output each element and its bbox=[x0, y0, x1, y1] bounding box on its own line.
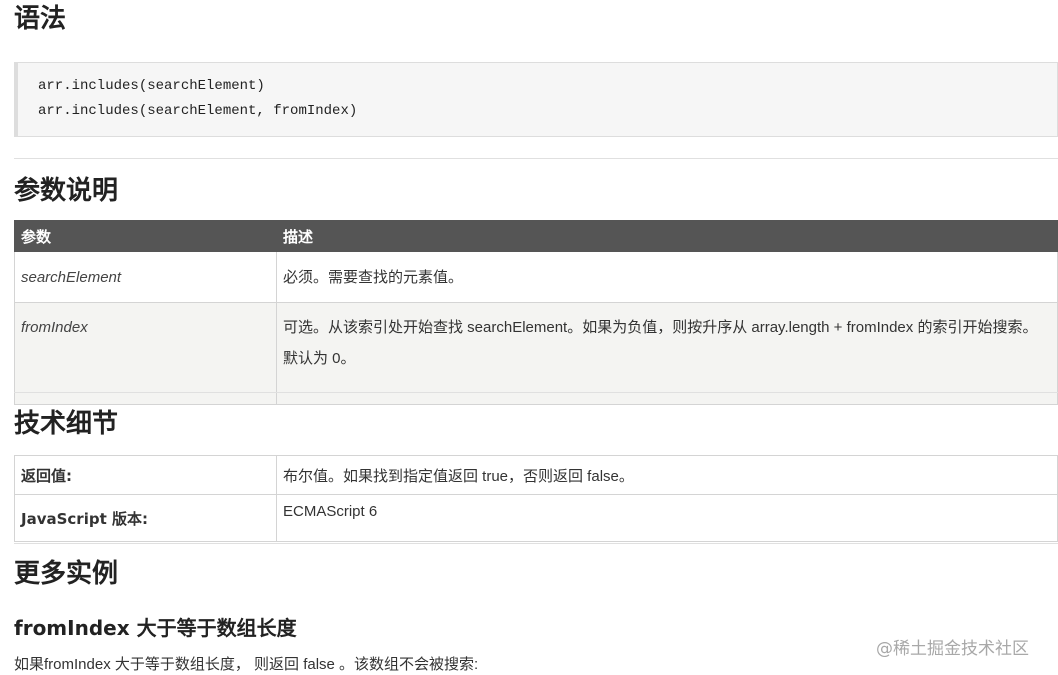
section-title-examples: 更多实例 bbox=[14, 559, 119, 589]
divider bbox=[14, 543, 1058, 544]
detail-key: 返回值: bbox=[14, 455, 277, 495]
param-description: 必须。需要查找的元素值。 bbox=[276, 251, 1058, 303]
divider bbox=[14, 158, 1058, 159]
detail-key: JavaScript 版本: bbox=[14, 494, 277, 542]
column-header-desc: 描述 bbox=[276, 220, 1058, 252]
table-row: searchElement 必须。需要查找的元素值。 bbox=[14, 251, 1058, 303]
param-description: 可选。从该索引处开始查找 searchElement。如果为负值，则按升序从 a… bbox=[276, 302, 1058, 405]
table-row: JavaScript 版本: ECMAScript 6 bbox=[14, 494, 1058, 542]
tech-details-table: 返回值: 布尔值。如果找到指定值返回 true，否则返回 false。 Java… bbox=[14, 455, 1058, 542]
section-title-params: 参数说明 bbox=[14, 176, 119, 206]
code-line: arr.includes(searchElement) bbox=[38, 78, 265, 94]
detail-value: ECMAScript 6 bbox=[276, 494, 1058, 542]
param-name: searchElement bbox=[14, 251, 277, 303]
divider bbox=[14, 392, 1058, 393]
example-text: 如果fromIndex 大于等于数组长度， 则返回 false 。该数组不会被搜… bbox=[14, 656, 479, 673]
table-row: 返回值: 布尔值。如果找到指定值返回 true，否则返回 false。 bbox=[14, 455, 1058, 495]
column-header-param: 参数 bbox=[14, 220, 277, 252]
code-line: arr.includes(searchElement, fromIndex) bbox=[38, 103, 358, 119]
table-header-row: 参数 描述 bbox=[14, 220, 1058, 252]
detail-value: 布尔值。如果找到指定值返回 true，否则返回 false。 bbox=[276, 455, 1058, 495]
param-name: fromIndex bbox=[14, 302, 277, 405]
section-title-syntax: 语法 bbox=[14, 4, 67, 34]
table-row: fromIndex 可选。从该索引处开始查找 searchElement。如果为… bbox=[14, 302, 1058, 405]
watermark: @稀土掘金技术社区 bbox=[876, 639, 1029, 659]
section-title-tech: 技术细节 bbox=[14, 409, 119, 439]
params-table: 参数 描述 searchElement 必须。需要查找的元素值。 fromInd… bbox=[14, 220, 1058, 405]
code-block: arr.includes(searchElement) arr.includes… bbox=[14, 62, 1058, 137]
example-heading: fromIndex 大于等于数组长度 bbox=[14, 616, 297, 640]
page: 语法 arr.includes(searchElement) arr.inclu… bbox=[0, 0, 1058, 675]
